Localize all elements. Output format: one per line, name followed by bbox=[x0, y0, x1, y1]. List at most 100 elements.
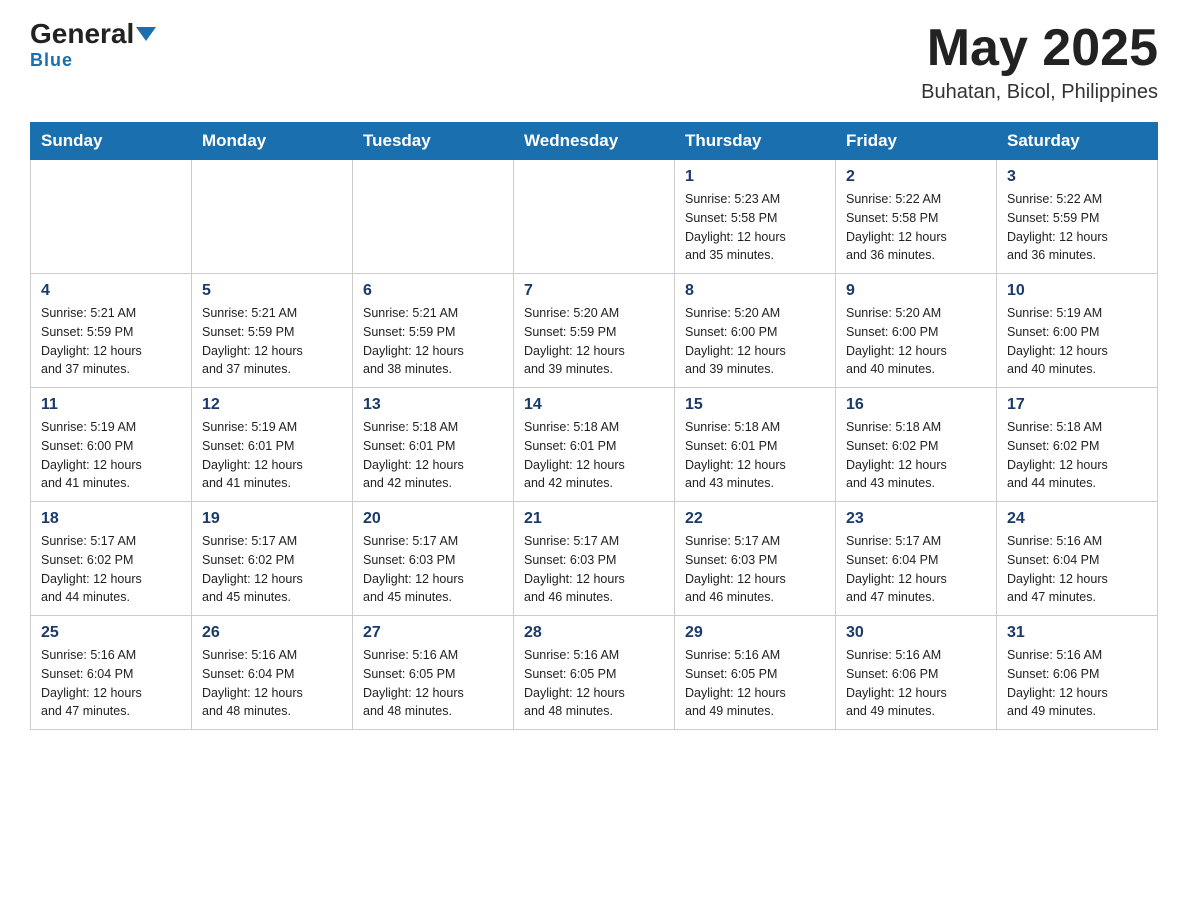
day-info: Sunrise: 5:22 AMSunset: 5:59 PMDaylight:… bbox=[1007, 190, 1147, 265]
day-info: Sunrise: 5:16 AMSunset: 6:06 PMDaylight:… bbox=[1007, 646, 1147, 721]
day-number: 5 bbox=[202, 282, 342, 300]
day-number: 11 bbox=[41, 396, 181, 414]
day-number: 20 bbox=[363, 510, 503, 528]
logo-general: General bbox=[30, 20, 156, 48]
day-number: 6 bbox=[363, 282, 503, 300]
logo-area: General Blue bbox=[30, 20, 156, 71]
week-row-5: 25 Sunrise: 5:16 AMSunset: 6:04 PMDayligh… bbox=[31, 616, 1158, 730]
day-info: Sunrise: 5:16 AMSunset: 6:05 PMDaylight:… bbox=[685, 646, 825, 721]
title-area: May 2025 Buhatan, Bicol, Philippines bbox=[921, 20, 1158, 104]
day-info: Sunrise: 5:22 AMSunset: 5:58 PMDaylight:… bbox=[846, 190, 986, 265]
day-info: Sunrise: 5:21 AMSunset: 5:59 PMDaylight:… bbox=[41, 304, 181, 379]
day-number: 17 bbox=[1007, 396, 1147, 414]
day-info: Sunrise: 5:17 AMSunset: 6:04 PMDaylight:… bbox=[846, 532, 986, 607]
day-cell: 28 Sunrise: 5:16 AMSunset: 6:05 PMDayligh… bbox=[514, 616, 675, 730]
day-number: 10 bbox=[1007, 282, 1147, 300]
day-number: 31 bbox=[1007, 624, 1147, 642]
day-cell: 26Sunrise: 5:16 AMSunset: 6:04 PMDayligh… bbox=[192, 616, 353, 730]
day-cell: 11 Sunrise: 5:19 AMSunset: 6:00 PMDayligh… bbox=[31, 388, 192, 502]
day-info: Sunrise: 5:18 AMSunset: 6:02 PMDaylight:… bbox=[1007, 418, 1147, 493]
day-cell: 12 Sunrise: 5:19 AMSunset: 6:01 PMDayligh… bbox=[192, 388, 353, 502]
day-number: 24 bbox=[1007, 510, 1147, 528]
day-info: Sunrise: 5:17 AMSunset: 6:03 PMDaylight:… bbox=[524, 532, 664, 607]
day-number: 1 bbox=[685, 168, 825, 186]
day-info: Sunrise: 5:16 AMSunset: 6:04 PMDaylight:… bbox=[1007, 532, 1147, 607]
day-cell: 20 Sunrise: 5:17 AMSunset: 6:03 PMDayligh… bbox=[353, 502, 514, 616]
week-row-4: 18 Sunrise: 5:17 AMSunset: 6:02 PMDayligh… bbox=[31, 502, 1158, 616]
day-number: 3 bbox=[1007, 168, 1147, 186]
col-sunday: Sunday bbox=[31, 123, 192, 160]
day-info: Sunrise: 5:16 AMSunset: 6:05 PMDaylight:… bbox=[524, 646, 664, 721]
day-info: Sunrise: 5:17 AMSunset: 6:03 PMDaylight:… bbox=[685, 532, 825, 607]
day-cell: 19Sunrise: 5:17 AMSunset: 6:02 PMDayligh… bbox=[192, 502, 353, 616]
day-cell: 4 Sunrise: 5:21 AMSunset: 5:59 PMDaylight… bbox=[31, 274, 192, 388]
day-number: 23 bbox=[846, 510, 986, 528]
week-row-1: 1 Sunrise: 5:23 AMSunset: 5:58 PMDaylight… bbox=[31, 160, 1158, 274]
day-info: Sunrise: 5:20 AMSunset: 5:59 PMDaylight:… bbox=[524, 304, 664, 379]
day-number: 22 bbox=[685, 510, 825, 528]
day-cell: 29 Sunrise: 5:16 AMSunset: 6:05 PMDayligh… bbox=[675, 616, 836, 730]
day-number: 9 bbox=[846, 282, 986, 300]
day-info: Sunrise: 5:19 AMSunset: 6:00 PMDaylight:… bbox=[41, 418, 181, 493]
header: General Blue May 2025 Buhatan, Bicol, Ph… bbox=[30, 20, 1158, 104]
day-number: 15 bbox=[685, 396, 825, 414]
day-info: Sunrise: 5:16 AMSunset: 6:04 PMDaylight:… bbox=[41, 646, 181, 721]
day-cell: 14Sunrise: 5:18 AMSunset: 6:01 PMDayligh… bbox=[514, 388, 675, 502]
day-number: 28 bbox=[524, 624, 664, 642]
day-cell: 21 Sunrise: 5:17 AMSunset: 6:03 PMDayligh… bbox=[514, 502, 675, 616]
day-cell: 27Sunrise: 5:16 AMSunset: 6:05 PMDayligh… bbox=[353, 616, 514, 730]
day-info: Sunrise: 5:18 AMSunset: 6:01 PMDaylight:… bbox=[685, 418, 825, 493]
day-number: 7 bbox=[524, 282, 664, 300]
day-cell: 9 Sunrise: 5:20 AMSunset: 6:00 PMDaylight… bbox=[836, 274, 997, 388]
day-info: Sunrise: 5:19 AMSunset: 6:00 PMDaylight:… bbox=[1007, 304, 1147, 379]
day-cell bbox=[353, 160, 514, 274]
day-number: 12 bbox=[202, 396, 342, 414]
day-info: Sunrise: 5:16 AMSunset: 6:04 PMDaylight:… bbox=[202, 646, 342, 721]
day-number: 14 bbox=[524, 396, 664, 414]
col-monday: Monday bbox=[192, 123, 353, 160]
col-thursday: Thursday bbox=[675, 123, 836, 160]
day-number: 2 bbox=[846, 168, 986, 186]
day-info: Sunrise: 5:20 AMSunset: 6:00 PMDaylight:… bbox=[846, 304, 986, 379]
calendar-table: Sunday Monday Tuesday Wednesday Thursday… bbox=[30, 122, 1158, 730]
day-cell: 23 Sunrise: 5:17 AMSunset: 6:04 PMDayligh… bbox=[836, 502, 997, 616]
day-number: 4 bbox=[41, 282, 181, 300]
day-info: Sunrise: 5:17 AMSunset: 6:02 PMDaylight:… bbox=[41, 532, 181, 607]
col-saturday: Saturday bbox=[997, 123, 1158, 160]
day-info: Sunrise: 5:16 AMSunset: 6:06 PMDaylight:… bbox=[846, 646, 986, 721]
day-info: Sunrise: 5:19 AMSunset: 6:01 PMDaylight:… bbox=[202, 418, 342, 493]
location-title: Buhatan, Bicol, Philippines bbox=[921, 81, 1158, 104]
day-cell: 31 Sunrise: 5:16 AMSunset: 6:06 PMDayligh… bbox=[997, 616, 1158, 730]
day-cell: 10 Sunrise: 5:19 AMSunset: 6:00 PMDayligh… bbox=[997, 274, 1158, 388]
day-info: Sunrise: 5:23 AMSunset: 5:58 PMDaylight:… bbox=[685, 190, 825, 265]
day-cell: 22 Sunrise: 5:17 AMSunset: 6:03 PMDayligh… bbox=[675, 502, 836, 616]
header-row: Sunday Monday Tuesday Wednesday Thursday… bbox=[31, 123, 1158, 160]
day-number: 27 bbox=[363, 624, 503, 642]
day-number: 18 bbox=[41, 510, 181, 528]
day-cell: 16Sunrise: 5:18 AMSunset: 6:02 PMDayligh… bbox=[836, 388, 997, 502]
day-cell bbox=[31, 160, 192, 274]
day-cell: 1 Sunrise: 5:23 AMSunset: 5:58 PMDaylight… bbox=[675, 160, 836, 274]
day-number: 25 bbox=[41, 624, 181, 642]
day-number: 21 bbox=[524, 510, 664, 528]
day-cell: 13Sunrise: 5:18 AMSunset: 6:01 PMDayligh… bbox=[353, 388, 514, 502]
day-info: Sunrise: 5:21 AMSunset: 5:59 PMDaylight:… bbox=[363, 304, 503, 379]
col-friday: Friday bbox=[836, 123, 997, 160]
day-number: 30 bbox=[846, 624, 986, 642]
day-cell: 18 Sunrise: 5:17 AMSunset: 6:02 PMDayligh… bbox=[31, 502, 192, 616]
day-info: Sunrise: 5:17 AMSunset: 6:02 PMDaylight:… bbox=[202, 532, 342, 607]
day-info: Sunrise: 5:18 AMSunset: 6:02 PMDaylight:… bbox=[846, 418, 986, 493]
day-cell: 3 Sunrise: 5:22 AMSunset: 5:59 PMDaylight… bbox=[997, 160, 1158, 274]
day-info: Sunrise: 5:17 AMSunset: 6:03 PMDaylight:… bbox=[363, 532, 503, 607]
day-cell: 5 Sunrise: 5:21 AMSunset: 5:59 PMDaylight… bbox=[192, 274, 353, 388]
day-info: Sunrise: 5:21 AMSunset: 5:59 PMDaylight:… bbox=[202, 304, 342, 379]
day-cell: 6 Sunrise: 5:21 AMSunset: 5:59 PMDaylight… bbox=[353, 274, 514, 388]
day-cell bbox=[514, 160, 675, 274]
day-info: Sunrise: 5:20 AMSunset: 6:00 PMDaylight:… bbox=[685, 304, 825, 379]
col-wednesday: Wednesday bbox=[514, 123, 675, 160]
day-number: 13 bbox=[363, 396, 503, 414]
week-row-2: 4 Sunrise: 5:21 AMSunset: 5:59 PMDaylight… bbox=[31, 274, 1158, 388]
day-cell: 15 Sunrise: 5:18 AMSunset: 6:01 PMDayligh… bbox=[675, 388, 836, 502]
day-cell: 17 Sunrise: 5:18 AMSunset: 6:02 PMDayligh… bbox=[997, 388, 1158, 502]
day-number: 29 bbox=[685, 624, 825, 642]
